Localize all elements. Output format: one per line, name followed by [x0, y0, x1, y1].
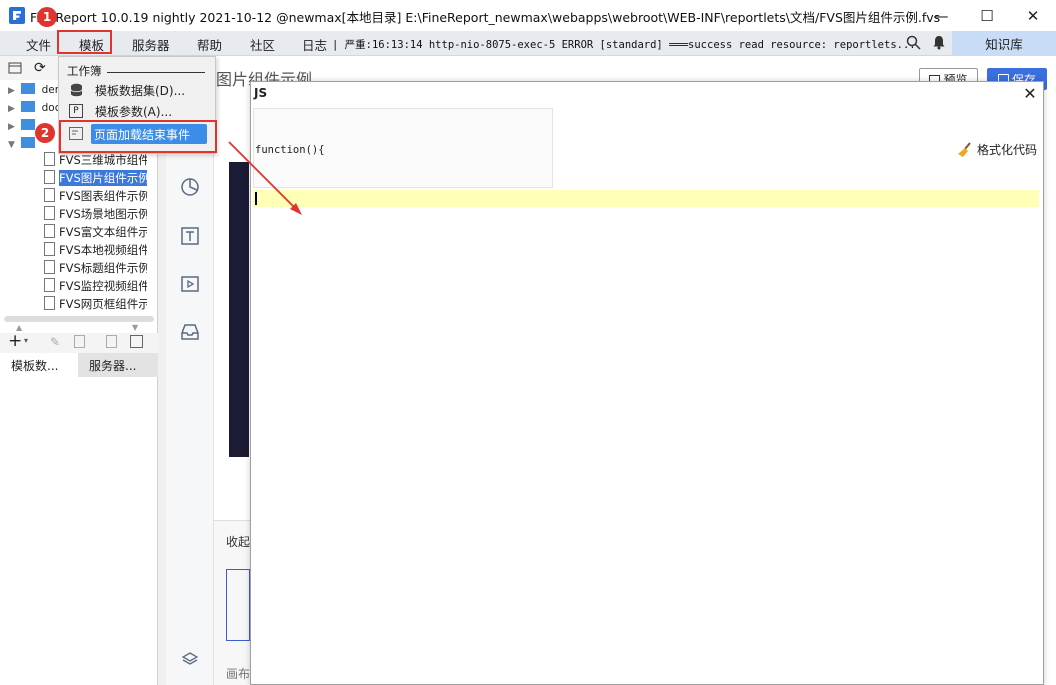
expand-arrow-icon[interactable]: ▶: [8, 86, 15, 96]
menu-bar: 文件 模板 服务器 帮助 社区 日志 | 严重:16:13:14 http-ni…: [0, 31, 1056, 56]
js-dialog: JS ✕ function(){ 格式化代码: [250, 81, 1044, 685]
new-folder-icon[interactable]: [8, 61, 22, 77]
delete-icon[interactable]: [74, 335, 85, 348]
tree-folder-3[interactable]: ▶: [8, 119, 38, 132]
database-icon: [69, 83, 83, 97]
layers-icon[interactable]: [178, 647, 202, 671]
annotation-box-page-load: [59, 120, 217, 153]
tree-file[interactable]: FVS图表组件示例: [44, 188, 147, 205]
file-icon: [44, 296, 55, 310]
tree-folder-demo[interactable]: ▶ dem: [8, 83, 65, 96]
menu-item-template-params[interactable]: P 模板参数(A)...: [69, 101, 172, 121]
search-icon[interactable]: [906, 35, 921, 53]
folder-open-icon: [21, 137, 36, 148]
window-title: FineReport 10.0.19 nightly 2021-10-12 @n…: [30, 10, 941, 25]
template-info-icon[interactable]: [130, 335, 143, 348]
file-icon: [44, 278, 55, 292]
step-badge-2: 2: [35, 123, 55, 143]
broom-icon: [958, 141, 971, 157]
step-badge-1: 1: [37, 7, 57, 27]
tab-template-dataset[interactable]: 模板数...: [0, 353, 78, 377]
tree-file[interactable]: FVS本地视频组件: [44, 242, 147, 259]
thumbnail-frame[interactable]: [226, 569, 250, 641]
menu-group-label: 工作簿: [67, 64, 102, 78]
file-icon: [44, 152, 55, 166]
file-icon: [44, 188, 55, 202]
dialog-title: JS: [254, 86, 268, 100]
tree-action-toolbar: + ▾ ✎: [0, 331, 158, 353]
file-icon: [44, 260, 55, 274]
dropdown-arrow-icon[interactable]: ▾: [24, 336, 28, 345]
add-icon[interactable]: +: [8, 331, 22, 351]
panel-tabs: 模板数... 服务器...: [0, 353, 158, 377]
text-component-icon[interactable]: [178, 224, 202, 248]
scroll-down-icon[interactable]: ▼: [132, 323, 138, 332]
folder-icon: [21, 83, 36, 94]
close-button[interactable]: ✕: [1010, 0, 1056, 31]
tree-folder-docs-open[interactable]: ▼: [8, 137, 38, 150]
tree-file[interactable]: FVS场景地图示例: [44, 206, 147, 223]
tree-folder-doc[interactable]: ▶ doc: [8, 101, 60, 114]
format-code-button[interactable]: 格式化代码: [957, 141, 1037, 158]
knowledge-base-button[interactable]: 知识库: [952, 31, 1056, 56]
log-message: | 严重:16:13:14 http-nio-8075-exec-5 ERROR…: [332, 39, 916, 51]
refresh-icon[interactable]: ⟳: [34, 60, 46, 76]
locate-file-icon[interactable]: [106, 335, 117, 348]
file-icon: [44, 206, 55, 220]
tree-file[interactable]: FVS监控视频组件: [44, 278, 147, 295]
maximize-button[interactable]: ☐: [964, 0, 1010, 31]
menu-item-template-dataset[interactable]: 模板数据集(D)...: [69, 80, 185, 100]
minimize-button[interactable]: —: [918, 0, 964, 31]
tree-file[interactable]: FVS网页框组件示: [44, 296, 147, 313]
menu-help[interactable]: 帮助: [197, 35, 222, 54]
code-editor-current-line[interactable]: [253, 190, 1039, 207]
menu-separator: [107, 72, 205, 73]
folder-icon: [21, 101, 36, 112]
annotation-box-template-menu: [57, 30, 112, 54]
menu-community[interactable]: 社区: [250, 35, 275, 54]
dialog-close-button[interactable]: ✕: [1021, 84, 1039, 103]
app-logo-icon: [9, 7, 25, 24]
inbox-component-icon[interactable]: [178, 320, 202, 344]
menu-log[interactable]: 日志: [302, 35, 327, 54]
expand-arrow-icon[interactable]: ▶: [8, 122, 15, 132]
tab-server-dataset[interactable]: 服务器...: [78, 353, 158, 377]
bottom-panel: 收起 画布: [214, 520, 250, 685]
collapse-arrow-icon[interactable]: ▼: [8, 140, 15, 150]
file-icon: [44, 224, 55, 238]
annotation-arrow: [228, 141, 302, 215]
bell-icon[interactable]: [932, 35, 946, 53]
menu-file[interactable]: 文件: [26, 35, 51, 54]
edit-icon[interactable]: ✎: [50, 335, 60, 349]
tree-file[interactable]: FVS富文本组件示: [44, 224, 147, 241]
parameter-icon: P: [69, 104, 83, 118]
expand-arrow-icon[interactable]: ▶: [8, 104, 15, 114]
canvas-label: 画布: [226, 667, 251, 681]
chart-pie-icon[interactable]: [178, 175, 202, 199]
tree-file[interactable]: FVS标题组件示例: [44, 260, 147, 277]
menu-server[interactable]: 服务器: [132, 35, 170, 54]
title-bar: FineReport 10.0.19 nightly 2021-10-12 @n…: [0, 0, 1056, 31]
horizontal-scrollbar[interactable]: [4, 316, 154, 322]
file-icon: [44, 170, 55, 184]
video-component-icon[interactable]: [178, 272, 202, 296]
file-icon: [44, 242, 55, 256]
folder-icon: [21, 119, 36, 130]
tree-file-selected[interactable]: FVS图片组件示例: [44, 170, 147, 187]
collapse-label[interactable]: 收起: [226, 533, 250, 550]
tree-file[interactable]: FVS三维城市组件: [44, 152, 147, 169]
